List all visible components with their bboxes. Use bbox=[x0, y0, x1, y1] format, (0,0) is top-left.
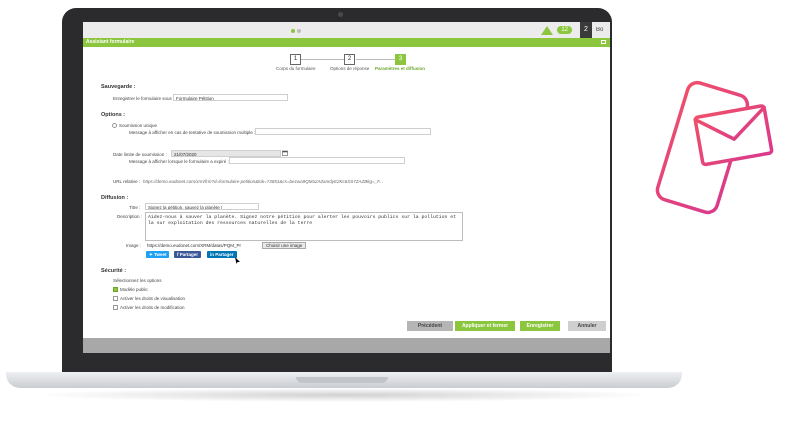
tweet-button[interactable]: ✦ Tweet bbox=[146, 251, 170, 258]
public-template-checkbox[interactable] bbox=[113, 287, 118, 292]
save-section-title: Sauvegarde : bbox=[101, 84, 136, 90]
share-description-textarea[interactable]: Aidez-nous à sauver la planète. Signez n… bbox=[145, 212, 463, 241]
laptop-shadow bbox=[30, 388, 656, 402]
choose-image-button[interactable]: Choisir une image bbox=[262, 242, 307, 249]
share-description-label: Description : bbox=[117, 214, 143, 219]
screen-footer-strip bbox=[83, 338, 610, 353]
share-image-label: Image : bbox=[126, 243, 142, 248]
form-name-input[interactable]: Formulaire Pétition bbox=[173, 94, 288, 101]
laptop-screen: 12 2 Bo Assistant formulaire 1 2 3 Corps… bbox=[83, 22, 610, 353]
share-title-label: Titre : bbox=[129, 205, 141, 210]
diffusion-section-title: Diffusion : bbox=[101, 195, 129, 201]
security-select-label: Sélectionnez les options bbox=[113, 278, 162, 283]
tweet-label: Tweet bbox=[154, 252, 167, 257]
alert-icon[interactable] bbox=[541, 25, 554, 35]
security-section-title: Sécurité : bbox=[101, 268, 127, 274]
facebook-share-label: Partager bbox=[179, 252, 199, 257]
window-titlebar: Assistant formulaire bbox=[83, 38, 610, 47]
expired-msg-label: Message à afficher lorsque le formulaire… bbox=[129, 159, 229, 164]
step-connector bbox=[356, 59, 400, 60]
step-3[interactable]: 3 bbox=[395, 54, 406, 65]
expired-msg-input[interactable] bbox=[229, 157, 405, 164]
save-button[interactable]: Enregistrer bbox=[520, 321, 560, 331]
edit-rights-checkbox[interactable] bbox=[113, 305, 118, 310]
save-as-label: Enregistrer le formulaire sous : bbox=[113, 96, 175, 101]
carousel-dot-active[interactable] bbox=[291, 29, 295, 33]
step-1[interactable]: 1 bbox=[290, 54, 301, 65]
view-rights-label: Activer les droits de visualisation bbox=[120, 296, 186, 301]
relative-url-label: URL relative : bbox=[113, 179, 141, 184]
notification-badge[interactable]: 12 bbox=[557, 26, 572, 34]
public-template-label: Modèle public bbox=[120, 287, 148, 292]
mouse-cursor-icon bbox=[235, 257, 240, 264]
unique-submission-label: Soumission unique bbox=[119, 123, 158, 128]
previous-button[interactable]: Précédent bbox=[407, 321, 453, 331]
form-canvas bbox=[83, 47, 610, 347]
facebook-icon: f bbox=[177, 252, 179, 257]
view-rights-checkbox[interactable] bbox=[113, 296, 118, 301]
unique-submission-radio[interactable] bbox=[112, 123, 117, 128]
step-3-label[interactable]: Paramètres et diffusion bbox=[375, 66, 425, 71]
step-2[interactable]: 2 bbox=[344, 54, 355, 65]
apply-close-button[interactable]: Appliquer et fermer bbox=[455, 321, 515, 331]
calendar-icon[interactable] bbox=[282, 150, 288, 156]
multi-submission-msg-label: Message à afficher en cas de tentative d… bbox=[129, 130, 256, 135]
carousel-dot[interactable] bbox=[297, 29, 301, 33]
step-connector bbox=[296, 59, 348, 60]
linkedin-icon: in bbox=[210, 252, 214, 257]
twitter-icon: ✦ bbox=[149, 252, 153, 257]
share-image-url[interactable]: https://demo.eudonet.com/XRM/datas/PQM_P… bbox=[145, 242, 261, 249]
linkedin-share-label: Partager bbox=[215, 252, 234, 257]
share-title-input[interactable]: Signez la pétition, sauvez la planète ! bbox=[145, 203, 259, 210]
step-2-label[interactable]: Options de réponse bbox=[330, 66, 369, 71]
cancel-button[interactable]: Annuler bbox=[568, 321, 606, 331]
user-name[interactable]: Bo bbox=[596, 27, 610, 33]
laptop-notch bbox=[296, 377, 388, 383]
linkedin-share-button[interactable]: in Partager bbox=[207, 251, 237, 258]
app-topbar: 12 2 Bo bbox=[83, 22, 610, 38]
multi-submission-msg-input[interactable] bbox=[255, 128, 431, 135]
facebook-share-button[interactable]: f Partager bbox=[174, 251, 202, 258]
deadline-label: Date limite de soumission : bbox=[113, 152, 167, 157]
step-1-label[interactable]: Corps du formulaire bbox=[276, 66, 316, 71]
webcam bbox=[338, 12, 343, 17]
edit-rights-label: Activer les droits de modification bbox=[120, 305, 185, 310]
maximize-icon[interactable] bbox=[601, 40, 606, 44]
user-avatar[interactable]: 2 bbox=[580, 22, 592, 38]
mobile-mail-illustration-icon bbox=[655, 80, 774, 215]
deadline-date-input[interactable]: 21/07/2020 bbox=[171, 150, 281, 157]
options-section-title: Options : bbox=[101, 112, 126, 118]
relative-url-value[interactable]: https://demo.eudonet.com/xrm/frm?d=formu… bbox=[143, 179, 453, 184]
window-title: Assistant formulaire bbox=[86, 39, 135, 45]
